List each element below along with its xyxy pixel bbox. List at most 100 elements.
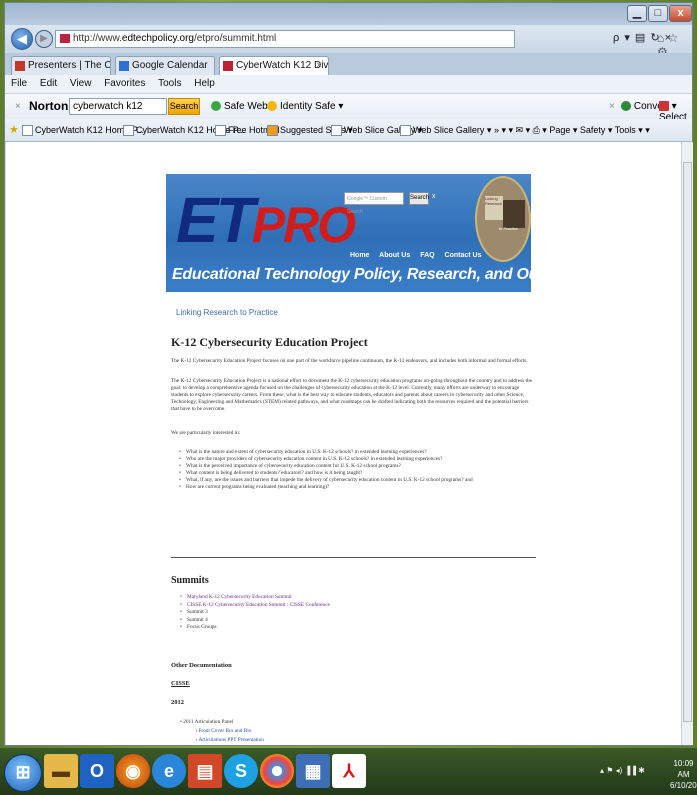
forward-button[interactable]: ▶ — [35, 30, 53, 48]
intro-paragraph: The K-12 Cybersecurity Education Project… — [171, 358, 528, 364]
remote-desktop-icon[interactable]: ▦ — [296, 754, 330, 788]
office-icon[interactable]: ▤ — [188, 754, 222, 788]
summits-list: Maryland K-12 Cybersecurity Education Su… — [180, 594, 330, 632]
page-title: K-12 Cybersecurity Education Project — [171, 335, 368, 349]
favorites-bar: ★ CyberWatch K12 Home P... CyberWatch K1… — [5, 119, 692, 142]
logo-et: ET — [176, 184, 255, 256]
url-prefix: http://www. — [73, 33, 122, 44]
close-pdf-toolbar-icon[interactable]: × — [609, 101, 615, 112]
circle-caption: to Practice — [499, 226, 518, 231]
menu-view[interactable]: View — [70, 78, 92, 89]
menu-file[interactable]: File — [11, 78, 27, 89]
list-item: What is the perceived importance of cybe… — [179, 463, 479, 470]
description-paragraph: The K-12 Cybersecurity Education Project… — [171, 378, 533, 412]
list-item: What is the nature and extent of cyberse… — [179, 449, 479, 456]
scroll-thumb[interactable] — [683, 162, 692, 722]
tab-label: Presenters | The Colloquium — [28, 60, 111, 71]
address-bar: ◀ ▶ http://www.edtechpolicy.org/etpro/su… — [5, 25, 692, 59]
clock-time: 10:09 AM — [673, 759, 694, 779]
system-tray[interactable]: ▴ ⚑ ◂) ▐▐ ✱ — [600, 766, 645, 775]
questions-list: What is the nature and extent of cyberse… — [179, 449, 479, 491]
fav-label: Web Slice Gallery ▾ — [413, 125, 492, 135]
chrome-icon[interactable] — [260, 754, 294, 788]
identity-safe-icon — [267, 101, 277, 112]
file-explorer-icon[interactable]: ▬ — [44, 754, 78, 788]
internet-explorer-icon[interactable]: e — [152, 754, 186, 788]
tab-google-calendar[interactable]: Google Calendar — [115, 56, 215, 75]
other-documentation-heading: Other Documentation — [171, 662, 232, 669]
summit-link-cisse[interactable]: CISSE K-12 Cybersecurity Education Summi… — [180, 602, 330, 610]
web-slice-icon — [331, 125, 342, 137]
google-search-input[interactable]: Google™ Custom Search — [344, 192, 404, 215]
panel-link-front-cover[interactable]: Front Cover Bcs and Bio — [196, 727, 264, 736]
list-item: Who are the major providers of cybersecu… — [179, 456, 479, 463]
tab-presenters[interactable]: Presenters | The Colloquium — [11, 56, 111, 75]
page-icon — [123, 125, 134, 137]
menu-help[interactable]: Help — [194, 78, 215, 89]
menu-tools[interactable]: Tools — [158, 78, 181, 89]
url-field[interactable]: http://www.edtechpolicy.org/etpro/summit… — [55, 30, 515, 48]
panel-item: • 2011 Articulation Panel — [180, 719, 234, 725]
clock[interactable]: 10:09 AM 6/10/2014 — [670, 758, 697, 791]
outlook-icon[interactable]: O — [80, 754, 114, 788]
menu-bar: File Edit View Favorites Tools Help — [5, 75, 692, 93]
clock-date: 6/10/2014 — [670, 781, 697, 790]
norton-toolbar: × Norton ▾ cyberwatch k12 Search Safe We… — [5, 93, 692, 123]
web-slice-icon — [400, 125, 411, 137]
panel-sublist: Front Cover Bcs and Bio Articulations PP… — [196, 727, 264, 744]
panel-link-ppt[interactable]: Articulations PPT Presentation — [196, 736, 264, 745]
identity-safe-label: Identity Safe ▾ — [280, 101, 344, 112]
list-item: Summit 3 — [180, 609, 330, 617]
skype-icon[interactable]: S — [224, 754, 258, 788]
url-domain: edtechpolicy.org — [121, 33, 194, 44]
logo-pro: PRO — [251, 197, 356, 253]
year-heading: 2012 — [171, 699, 184, 706]
page-viewport: ETPRO Google™ Custom Search Search x Hom… — [6, 142, 681, 745]
page-icon — [22, 125, 33, 137]
list-item: What, if any, are the issues and barrier… — [179, 477, 479, 484]
list-item: What content is being delivered to stude… — [179, 470, 479, 477]
maximize-button[interactable]: □ — [648, 5, 668, 22]
acrobat-icon[interactable]: ⅄ — [332, 754, 366, 788]
list-item: How are current programs being evaluated… — [179, 484, 479, 491]
close-toolbar-icon[interactable]: × — [15, 101, 21, 112]
divider — [171, 557, 536, 558]
clear-search-icon[interactable]: x — [432, 193, 436, 200]
command-bar[interactable]: » ▾ ▾ ✉ ▾ ⎙ ▾ Page ▾ Safety ▾ Tools ▾ ▾ — [494, 119, 650, 141]
firefox-icon[interactable]: ◉ — [116, 754, 150, 788]
menu-edit[interactable]: Edit — [40, 78, 57, 89]
banner-photo-circle: Linking Research to Practice — [475, 176, 531, 262]
cisse-link[interactable]: CISSE — [171, 680, 190, 687]
close-window-button[interactable]: x — [669, 5, 692, 22]
google-search-button[interactable]: Search — [409, 192, 429, 205]
tab-cyberwatch[interactable]: CyberWatch K12 Division × — [219, 56, 329, 75]
nav-contact-us[interactable]: Contact Us — [445, 252, 482, 259]
identity-safe-button[interactable]: Identity Safe ▾ — [267, 101, 343, 112]
url-path: /etpro/summit.html — [194, 33, 277, 44]
favorites-star-icon[interactable]: ★ — [9, 119, 19, 141]
norton-search-button[interactable]: Search — [168, 98, 200, 115]
close-tab-icon[interactable]: × — [316, 57, 322, 74]
page-icon — [215, 125, 226, 137]
nav-home[interactable]: Home — [350, 252, 369, 259]
etpro-logo[interactable]: ETPRO — [176, 188, 356, 257]
nav-faq[interactable]: FAQ — [420, 252, 434, 259]
etpro-banner: ETPRO Google™ Custom Search Search x Hom… — [166, 174, 585, 292]
norton-brand: Norton — [29, 99, 69, 113]
nav-about-us[interactable]: About Us — [379, 252, 410, 259]
windows-start-icon[interactable]: ⊞ — [4, 754, 42, 792]
vertical-scrollbar[interactable] — [681, 142, 693, 745]
minimize-button[interactable]: ▁ — [627, 5, 647, 22]
circle-text: Linking Research — [485, 196, 503, 206]
fav-web-slice-2[interactable]: Web Slice Gallery ▾ — [400, 119, 491, 141]
summit-link-maryland[interactable]: Maryland K-12 Cybersecurity Education Su… — [180, 594, 330, 602]
tab-strip: Presenters | The Colloquium Google Calen… — [5, 53, 692, 76]
back-button[interactable]: ◀ — [11, 28, 33, 50]
menu-favorites[interactable]: Favorites — [104, 78, 145, 89]
convert-icon — [620, 101, 631, 112]
interest-intro: We are particularly interested in: — [171, 430, 241, 436]
norton-search-input[interactable]: cyberwatch k12 — [69, 98, 167, 115]
safe-web-button[interactable]: Safe Web ▾ — [211, 101, 276, 112]
linking-research-link[interactable]: Linking Research to Practice — [176, 308, 278, 317]
circle-text-box: Linking Research — [485, 196, 503, 220]
